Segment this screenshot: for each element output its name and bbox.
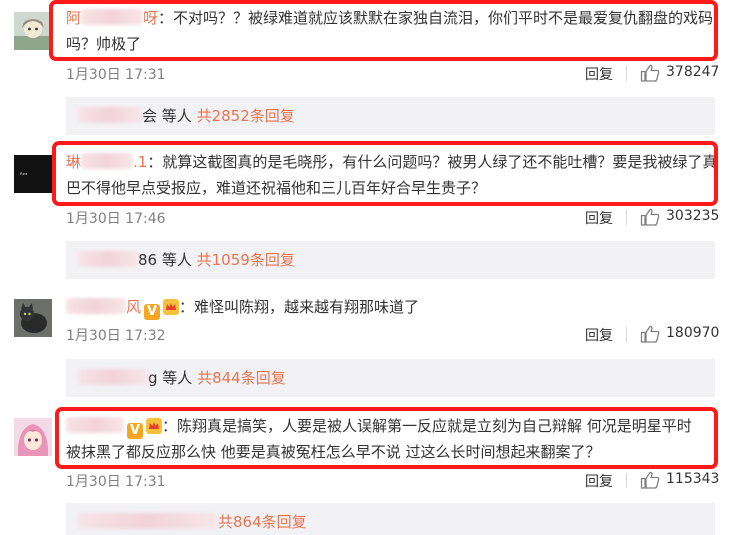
reply-summary-text: 86 等人 共1059条回复: [78, 249, 295, 270]
pink-hair-avatar-icon: [14, 418, 52, 456]
dark-avatar-icon: ᴿᵉᵃ: [14, 155, 52, 193]
username[interactable]: 风: [66, 298, 141, 316]
avatar[interactable]: ᴿᵉᵃ: [14, 155, 52, 193]
reply-summary: 共864条回复: [66, 503, 715, 535]
divider: [626, 327, 627, 342]
comment-body: ：难怪叫陈翔，越来越有翔那味道了: [179, 298, 420, 316]
comment-meta: 1月30日 17:46 回复 303235: [66, 208, 719, 228]
view-replies-link[interactable]: 共2852条回复: [197, 107, 295, 125]
comment-meta: 1月30日 17:31 回复 115343: [66, 471, 719, 491]
comment-meta: 1月30日 17:32 回复 180970: [66, 325, 719, 345]
like-count: 378247: [666, 64, 720, 80]
reply-button[interactable]: 回复: [585, 208, 613, 228]
like-count: 115343: [666, 471, 720, 487]
highlight-box: [52, 141, 718, 206]
divider: [626, 210, 627, 225]
avatar[interactable]: [14, 418, 52, 456]
like-count: 303235: [666, 208, 720, 224]
thumbs-up-icon: [640, 471, 660, 489]
svg-text:ᴿᵉᵃ: ᴿᵉᵃ: [20, 172, 27, 179]
view-replies-link[interactable]: 共844条回复: [197, 369, 286, 387]
anime-avatar-icon: [14, 12, 52, 50]
verified-badge-icon: V: [144, 304, 161, 320]
timestamp: 1月30日 17:31: [66, 67, 166, 83]
reply-summary: 86 等人 共1059条回复: [66, 241, 715, 279]
reply-summary: 会 等人 共2852条回复: [66, 97, 715, 135]
reply-button[interactable]: 回复: [585, 64, 613, 84]
divider: [626, 66, 627, 81]
thumbs-up-icon: [640, 64, 660, 82]
avatar[interactable]: [14, 299, 52, 337]
cat-avatar-icon: [14, 299, 52, 337]
reply-button[interactable]: 回复: [585, 471, 613, 491]
avatar[interactable]: [14, 12, 52, 50]
reply-summary-text: 会 等人 共2852条回复: [78, 105, 295, 126]
timestamp: 1月30日 17:31: [66, 474, 166, 490]
view-replies-link[interactable]: 共1059条回复: [197, 251, 295, 269]
reply-summary-text: 共864条回复: [78, 511, 307, 532]
thumbs-up-icon: [640, 208, 660, 226]
thumbs-up-icon: [640, 325, 660, 343]
reply-button[interactable]: 回复: [585, 325, 613, 345]
highlight-box: [49, 0, 718, 61]
like-count: 180970: [666, 325, 720, 341]
comment-text: 风 V ：难怪叫陈翔，越来越有翔那味道了: [66, 296, 419, 320]
divider: [626, 473, 627, 488]
timestamp: 1月30日 17:46: [66, 211, 166, 227]
timestamp: 1月30日 17:32: [66, 328, 166, 344]
reply-summary: g 等人 共844条回复: [66, 359, 715, 397]
view-replies-link[interactable]: 共864条回复: [218, 513, 307, 531]
highlight-box: [55, 407, 718, 469]
comment-meta: 1月30日 17:31 回复 378247: [66, 64, 719, 84]
reply-summary-text: g 等人 共844条回复: [78, 367, 286, 388]
crown-badge-icon: [163, 299, 180, 315]
